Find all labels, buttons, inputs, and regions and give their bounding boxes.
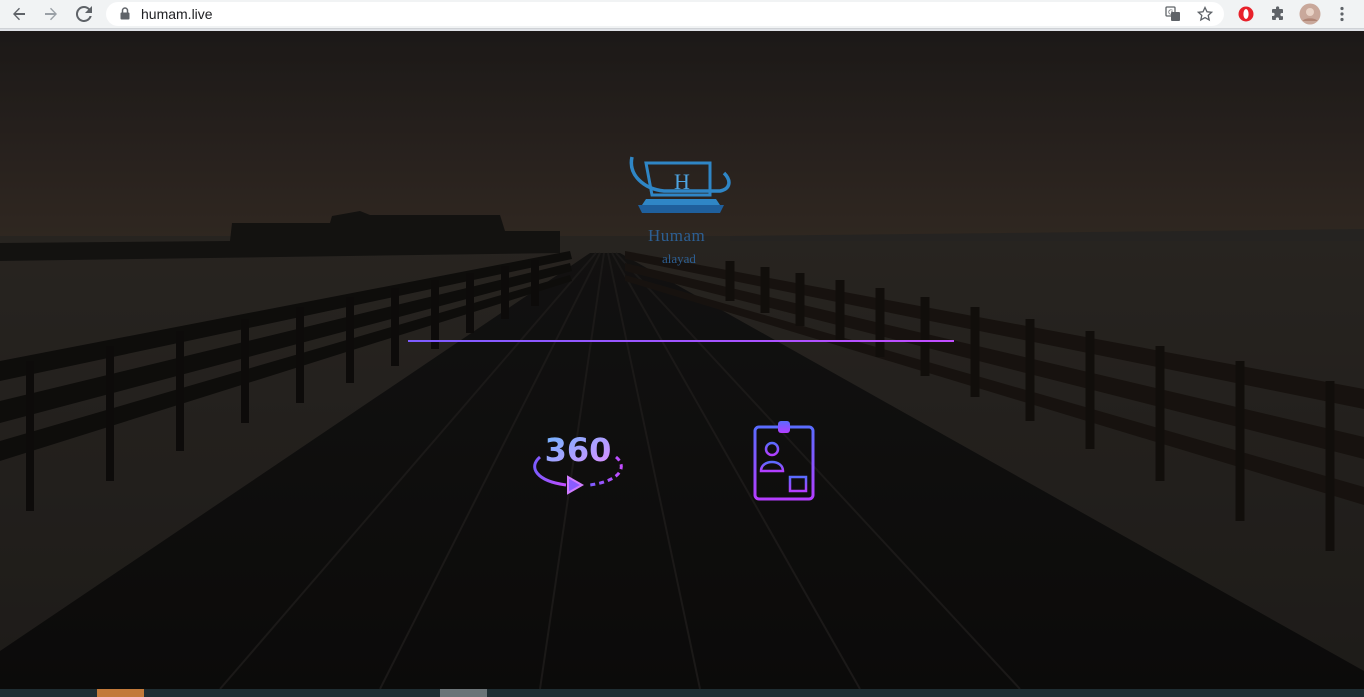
url-text: humam.live — [141, 6, 213, 22]
logo-letter: H — [674, 169, 690, 194]
taskbar-app-2[interactable] — [440, 689, 487, 697]
page-viewport: H Humam alayad 360 — [0, 31, 1364, 689]
puzzle-icon[interactable] — [1267, 3, 1289, 25]
browser-chrome: humam.live G — [0, 0, 1364, 31]
browser-toolbar: humam.live G — [0, 0, 1364, 29]
arrow-left-icon — [13, 7, 25, 21]
360-label: 360 — [545, 431, 612, 469]
avatar[interactable] — [1299, 3, 1321, 25]
brand-subtitle: alayad — [662, 251, 696, 266]
kebab-menu-icon[interactable] — [1331, 3, 1353, 25]
lock-icon — [120, 7, 130, 20]
back-button[interactable] — [8, 3, 30, 25]
opera-icon[interactable] — [1235, 3, 1257, 25]
svg-text:G: G — [1168, 9, 1173, 17]
arrow-right-icon — [45, 7, 57, 21]
os-taskbar — [0, 689, 1364, 697]
reload-icon — [76, 6, 92, 22]
reload-button[interactable] — [73, 3, 95, 25]
translate-icon[interactable]: G — [1164, 5, 1182, 23]
id-card-icon[interactable] — [750, 419, 818, 503]
360-icon[interactable]: 360 — [530, 429, 626, 503]
brand-name: Humam — [648, 226, 706, 245]
divider-line — [408, 340, 954, 342]
taskbar-app-1[interactable] — [97, 689, 144, 697]
star-icon[interactable] — [1196, 5, 1214, 23]
forward-button[interactable] — [40, 3, 62, 25]
address-bar[interactable]: humam.live G — [106, 2, 1224, 26]
background-image — [0, 31, 1364, 689]
